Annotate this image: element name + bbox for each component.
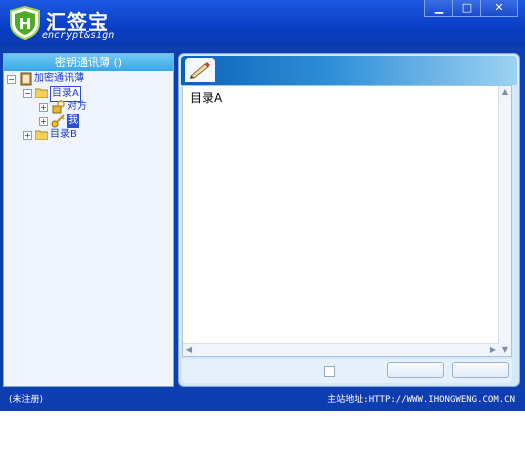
registration-status: (未注册) [9,395,44,405]
minimize-button[interactable]: ▁ [424,0,454,17]
horizontal-scrollbar[interactable]: ◀ ▶ [183,343,499,356]
key-lock-icon [52,100,65,114]
address-book-icon [20,72,32,86]
content-tab[interactable] [185,58,215,82]
content-footer [182,359,512,383]
tree-label[interactable]: 加密通讯薄 [34,72,84,86]
site-address[interactable]: 主站地址:HTTP://WWW.IHONGWENG.COM.CN [327,392,515,408]
panel-header: 密钥通讯薄 () [4,54,173,71]
vertical-scrollbar[interactable]: ▲ ▼ [498,86,511,356]
scroll-right-icon[interactable]: ▶ [487,344,499,356]
scroll-left-icon[interactable]: ◀ [183,344,195,356]
app-subtitle: encrypt&sign [42,30,115,41]
folder-icon [35,130,48,140]
close-button[interactable]: ✕ [480,0,518,17]
content-area[interactable]: 目录A ▲ ▼ ◀ ▶ [182,85,512,357]
tree-label[interactable]: 目录B [50,128,77,142]
content-panel: 目录A ▲ ▼ ◀ ▶ [178,53,520,387]
content-title: 目录A [190,91,223,105]
tree-label[interactable]: 对方 [67,100,87,114]
expand-icon[interactable]: + [23,131,32,140]
folder-icon [35,88,48,98]
tree-label[interactable]: 我 [67,114,79,128]
scroll-down-icon[interactable]: ▼ [499,344,511,356]
option-checkbox[interactable] [324,366,335,377]
expand-icon[interactable]: + [39,103,48,112]
expand-icon[interactable]: + [39,117,48,126]
collapse-icon[interactable]: − [23,89,32,98]
app-window: H 汇签宝 encrypt&sign ▁ □ ✕ 密钥通讯薄 () − 加密通讯… [0,0,525,411]
address-book-panel: 密钥通讯薄 () − 加密通讯薄 − 目录A + 对方 + 我 + 目录B [3,53,174,387]
pen-icon [190,62,210,79]
key-icon [51,114,65,128]
action-button-1[interactable] [387,362,444,378]
shield-logo-icon: H [10,6,40,40]
title-bar: H 汇签宝 encrypt&sign ▁ □ ✕ [0,0,525,46]
action-button-2[interactable] [452,362,509,378]
scroll-up-icon[interactable]: ▲ [499,86,511,98]
tab-strip [181,56,517,85]
maximize-button[interactable]: □ [452,0,482,17]
status-bar: (未注册) 主站地址:HTTP://WWW.IHONGWENG.COM.CN [0,392,525,408]
collapse-icon[interactable]: − [7,75,16,84]
svg-text:H: H [19,15,32,33]
